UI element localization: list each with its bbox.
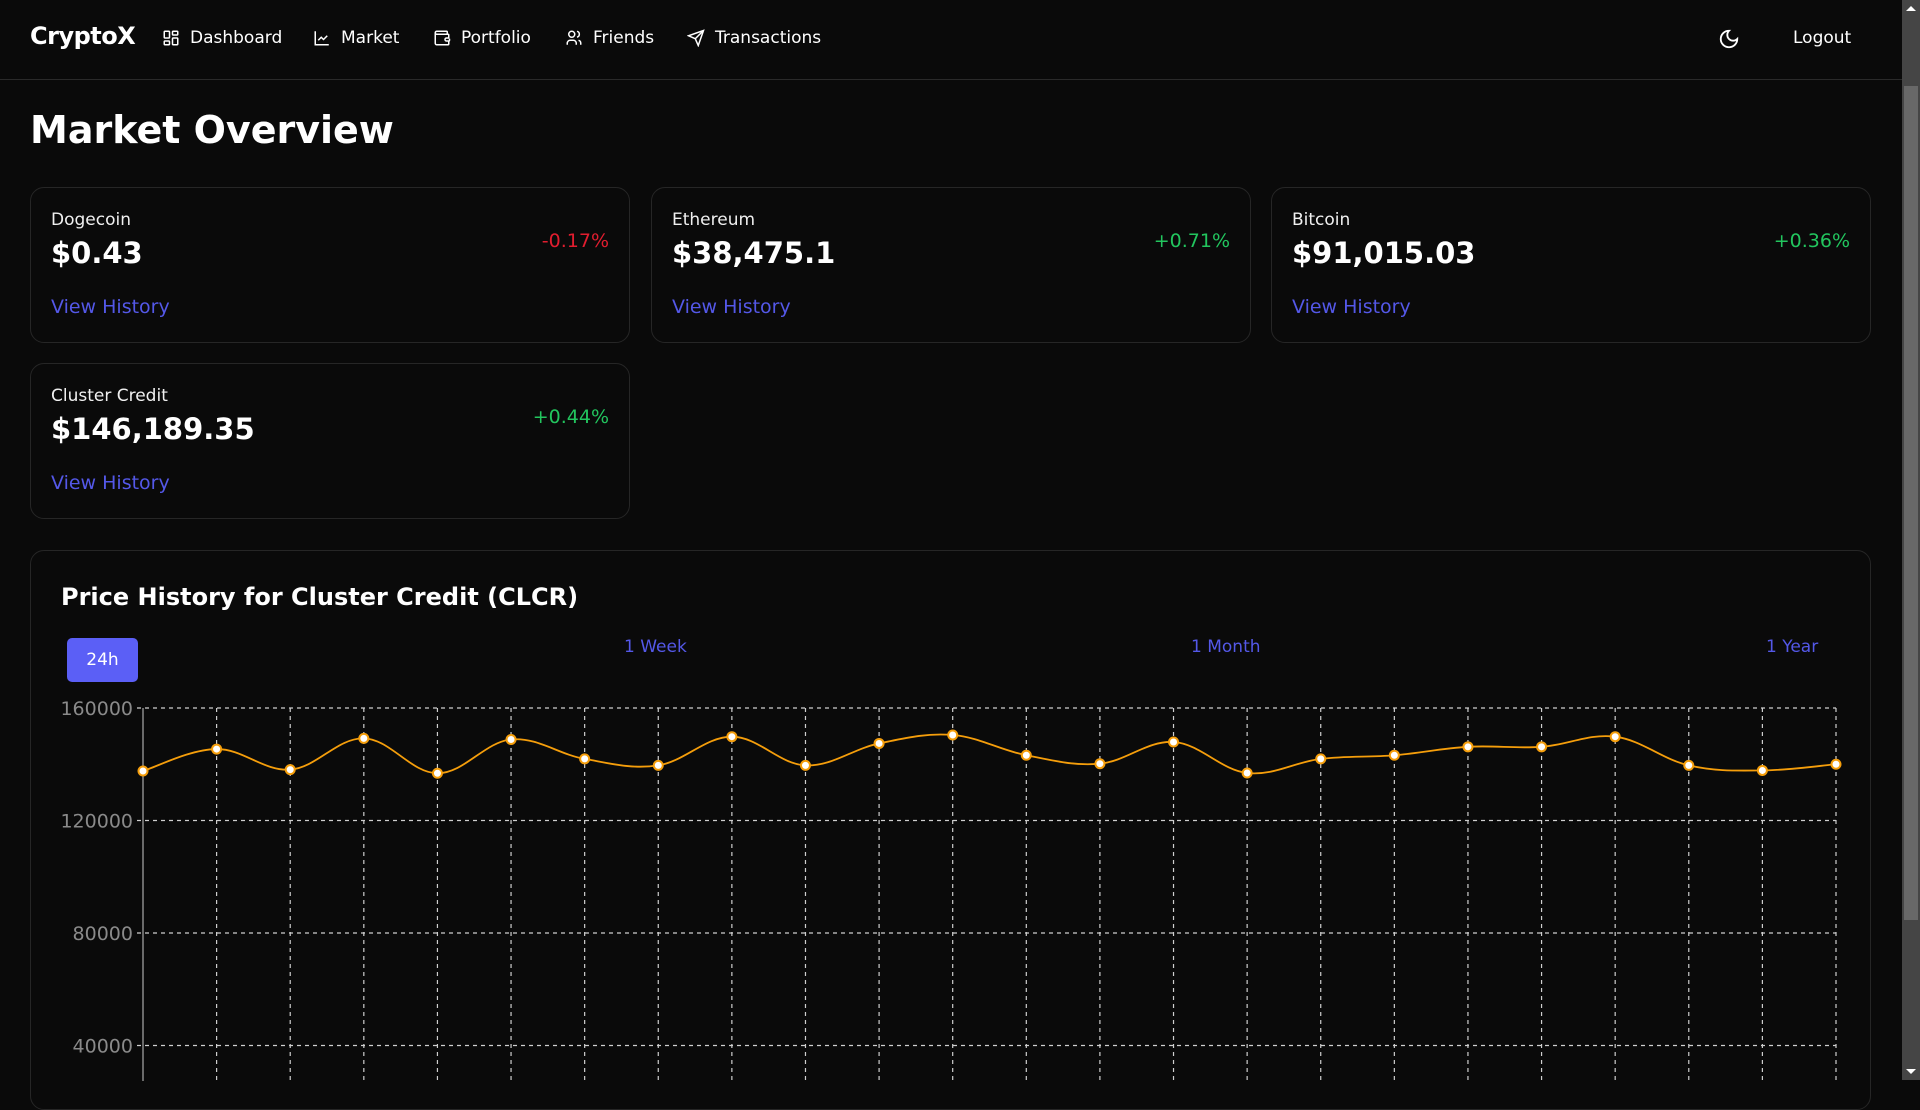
view-history-link[interactable]: View History	[672, 296, 791, 318]
page-title: Market Overview	[30, 108, 394, 152]
navbar: CryptoX Dashboard Market Portfolio Frien…	[0, 0, 1902, 80]
send-icon	[687, 29, 705, 47]
data-point	[947, 729, 959, 741]
data-point	[358, 732, 370, 744]
coin-change: +0.36%	[1773, 230, 1850, 252]
coin-name: Ethereum	[672, 210, 756, 230]
moon-icon	[1719, 29, 1739, 49]
coin-name: Dogecoin	[51, 210, 131, 230]
coin-name: Cluster Credit	[51, 386, 168, 406]
coin-card-bitcoin: Bitcoin $91,015.03 +0.36% View History	[1271, 187, 1871, 343]
data-point	[1388, 749, 1400, 761]
data-point	[799, 759, 811, 771]
scrollbar[interactable]	[1902, 0, 1920, 1080]
nav-market[interactable]: Market	[313, 28, 399, 48]
data-point	[505, 734, 517, 745]
data-point	[1315, 753, 1327, 765]
view-history-link[interactable]: View History	[51, 296, 170, 318]
coin-price: $91,015.03	[1292, 236, 1476, 270]
data-point	[1683, 759, 1695, 771]
nav-dashboard[interactable]: Dashboard	[162, 28, 282, 48]
y-tick-label: 120000	[60, 811, 133, 833]
data-point	[431, 767, 443, 779]
view-history-link[interactable]: View History	[51, 472, 170, 494]
nav-dashboard-label: Dashboard	[190, 28, 283, 48]
coin-price: $0.43	[51, 236, 143, 270]
y-tick-label: 80000	[73, 923, 133, 945]
dashboard-grid-icon	[163, 30, 179, 46]
nav-market-label: Market	[341, 28, 400, 48]
data-point	[137, 765, 149, 777]
price-line	[142, 733, 1837, 775]
price-history-panel: Price History for Cluster Credit (CLCR) …	[30, 550, 1871, 1110]
wallet-icon	[434, 30, 451, 46]
theme-toggle-button[interactable]	[1718, 28, 1740, 50]
coin-price: $146,189.35	[51, 412, 255, 446]
coin-price: $38,475.1	[672, 236, 836, 270]
nav-transactions[interactable]: Transactions	[687, 28, 821, 48]
data-point	[652, 759, 664, 771]
users-icon	[566, 30, 582, 45]
data-point	[873, 737, 885, 749]
price-line-chart: 40000 80000 120000 160000	[60, 698, 1842, 1081]
scroll-up-arrow-icon[interactable]	[1906, 6, 1916, 11]
nav-friends[interactable]: Friends	[565, 28, 654, 48]
data-point	[1020, 749, 1032, 761]
coin-change: +0.44%	[532, 406, 609, 428]
brand-logo[interactable]: CryptoX	[30, 22, 136, 50]
data-point	[284, 764, 296, 776]
logout-button[interactable]: Logout	[1793, 28, 1851, 48]
line-chart-icon	[314, 31, 329, 46]
data-point	[211, 743, 223, 755]
nav-friends-label: Friends	[593, 28, 655, 48]
coin-card-dogecoin: Dogecoin $0.43 -0.17% View History	[30, 187, 630, 343]
nav-portfolio-label: Portfolio	[461, 28, 531, 48]
scroll-down-arrow-icon[interactable]	[1906, 1069, 1916, 1074]
nav-portfolio[interactable]: Portfolio	[433, 28, 531, 48]
data-point	[579, 753, 591, 765]
data-point	[1168, 736, 1180, 748]
coin-change: +0.71%	[1153, 230, 1230, 252]
view-history-link[interactable]: View History	[1292, 296, 1411, 318]
data-point	[1462, 741, 1474, 753]
data-point	[1536, 741, 1548, 753]
data-point	[1609, 731, 1621, 743]
scroll-thumb[interactable]	[1904, 86, 1918, 920]
y-tick-label: 40000	[73, 1036, 133, 1058]
coin-change: -0.17%	[541, 230, 609, 252]
data-point	[1756, 764, 1768, 776]
coin-name: Bitcoin	[1292, 210, 1351, 230]
coin-card-cluster-credit: Cluster Credit $146,189.35 +0.44% View H…	[30, 363, 630, 519]
coin-card-ethereum: Ethereum $38,475.1 +0.71% View History	[651, 187, 1251, 343]
nav-transactions-label: Transactions	[715, 28, 822, 48]
y-tick-label: 160000	[60, 698, 133, 720]
data-point	[1830, 758, 1842, 770]
data-point	[726, 731, 738, 743]
data-point	[1094, 758, 1106, 770]
data-point	[1241, 767, 1253, 779]
